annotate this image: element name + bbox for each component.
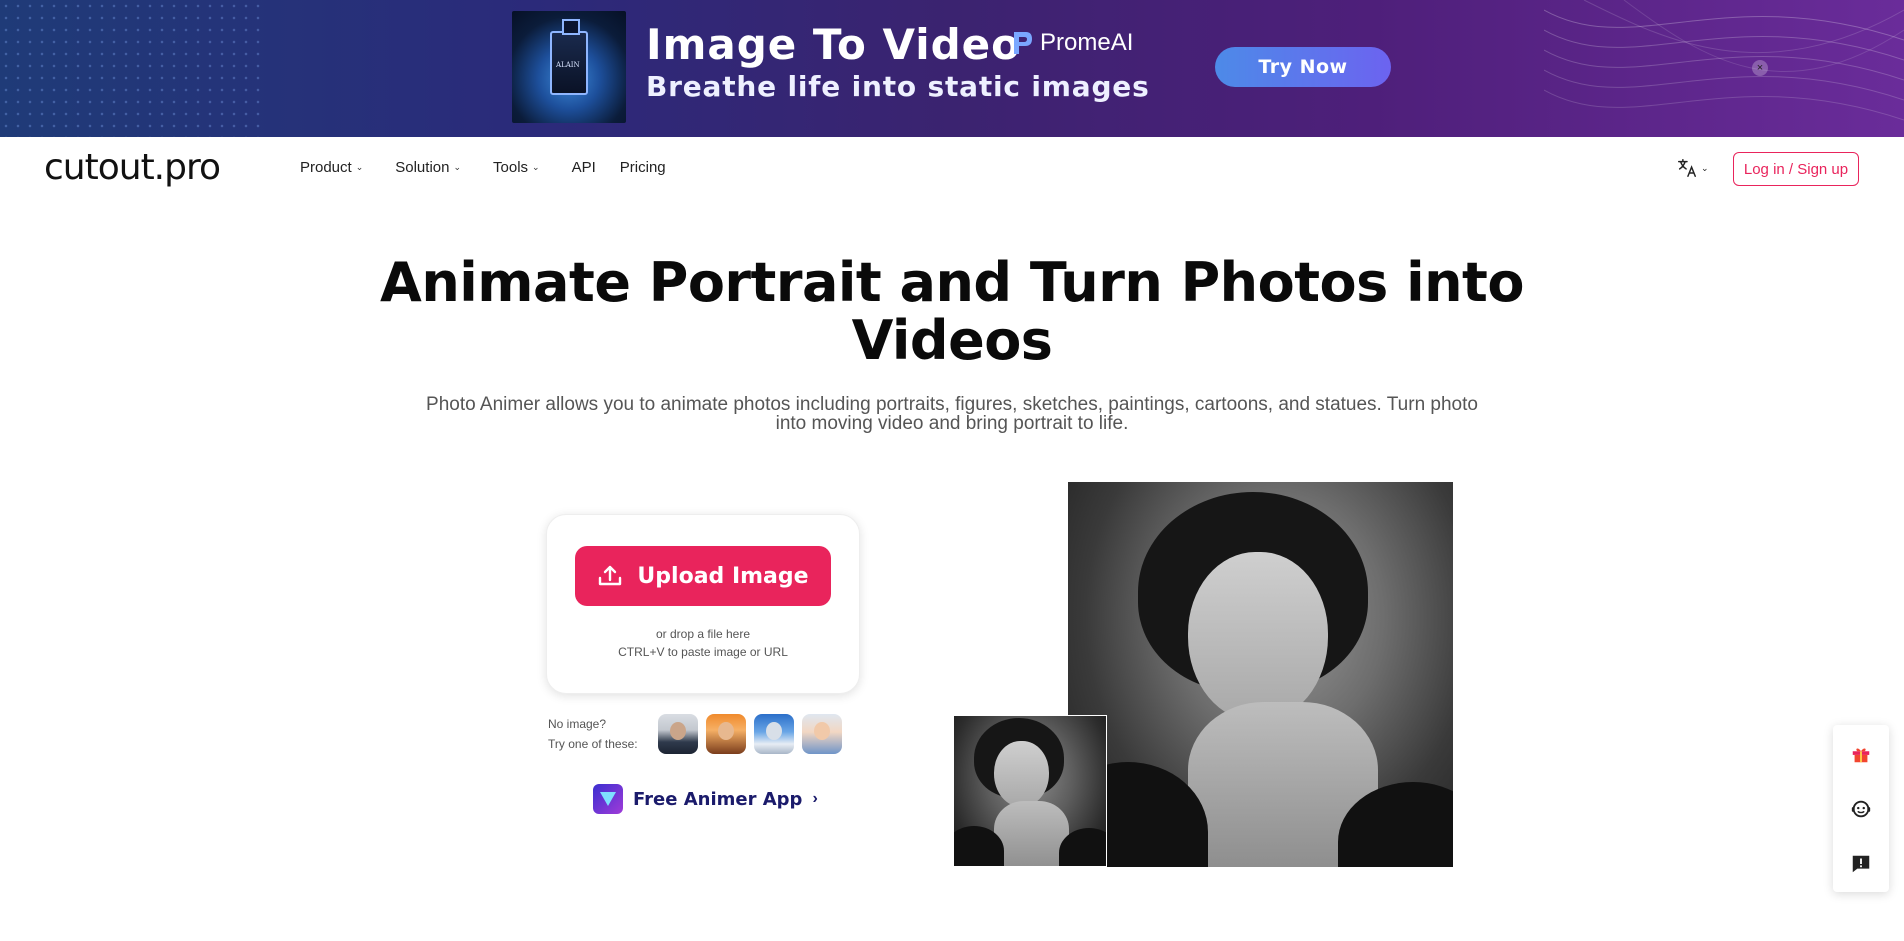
banner-wave-lines [1544, 0, 1904, 121]
banner-close-icon[interactable]: × [1752, 60, 1768, 76]
free-animer-app-link[interactable]: Free Animer App › [593, 784, 818, 814]
portrait-face [1188, 552, 1328, 722]
promo-banner[interactable]: ALAIN Image To Video Breathe life into s… [0, 0, 1904, 137]
chevron-down-icon: ⌄ [1701, 162, 1709, 173]
upload-card[interactable]: Upload Image or drop a file here CTRL+V … [546, 514, 860, 694]
bottle-label: ALAIN [556, 61, 580, 69]
upload-image-button[interactable]: Upload Image [575, 546, 831, 606]
animer-app-icon [593, 784, 623, 814]
samples-label: No image? Try one of these: [548, 714, 658, 754]
sample-images: No image? Try one of these: [548, 714, 850, 754]
drop-hint-line: CTRL+V to paste image or URL [618, 645, 788, 659]
nav-item-api[interactable]: API [572, 159, 596, 176]
top-nav: cutout.pro Product ⌄ Solution ⌄ Tools ⌄ … [0, 137, 1904, 201]
thumbnail-face [814, 722, 830, 740]
banner-product-image: ALAIN [512, 11, 626, 123]
drop-hint: or drop a file here CTRL+V to paste imag… [547, 625, 859, 661]
samples-label-line: No image? [548, 717, 607, 731]
sample-thumbnail-baby[interactable] [802, 714, 842, 754]
drop-hint-line: or drop a file here [655, 627, 751, 641]
upload-icon [599, 565, 622, 586]
feedback-icon[interactable] [1849, 852, 1873, 876]
support-agent-icon[interactable] [1849, 797, 1873, 821]
banner-brand: PromeAI [1008, 28, 1133, 58]
chevron-down-icon: ⌄ [532, 162, 540, 172]
translate-icon [1678, 159, 1696, 177]
app-link-label: Free Animer App [633, 788, 803, 810]
page-title: Animate Portrait and Turn Photos into Vi… [352, 254, 1552, 370]
page-title-line: Videos [851, 309, 1053, 372]
promeai-logo-icon [1014, 32, 1032, 54]
thumbnail-face [718, 722, 734, 740]
nav-item-label: Pricing [619, 159, 666, 176]
thumbnail-face [766, 722, 782, 740]
description-line: into moving video and bring portrait to … [775, 413, 1129, 434]
sample-thumbnail-woman[interactable] [706, 714, 746, 754]
page-description: Photo Animer allows you to animate photo… [380, 395, 1524, 433]
language-selector[interactable]: ⌄ [1676, 157, 1709, 179]
banner-brand-name: PromeAI [1040, 29, 1134, 56]
floating-side-toolbar [1833, 725, 1889, 892]
thumbnail-face [670, 722, 686, 740]
description-line: Photo Animer allows you to animate photo… [426, 394, 1478, 415]
sample-thumbnail-statue[interactable] [754, 714, 794, 754]
nav-item-label: Product [300, 159, 352, 176]
sample-thumbnail-man[interactable] [658, 714, 698, 754]
samples-label-line: Try one of these: [548, 737, 638, 751]
chevron-right-icon: › [812, 790, 818, 807]
portrait-face [994, 741, 1049, 807]
banner-subtitle: Breathe life into static images [646, 70, 1150, 103]
nav-item-label: Tools [493, 159, 529, 176]
chevron-down-icon: ⌄ [453, 162, 462, 172]
nav-item-product[interactable]: Product ⌄ [300, 159, 363, 176]
banner-title: Image To Video [646, 20, 1022, 69]
nav-links: Product ⌄ Solution ⌄ Tools ⌄ API Pricing [300, 159, 698, 176]
portrait-neck [994, 801, 1069, 866]
nav-item-label: API [571, 159, 596, 176]
login-signup-button[interactable]: Log in / Sign up [1733, 152, 1859, 186]
demo-animated-portrait [1068, 482, 1453, 867]
perfume-bottle-graphic: ALAIN [550, 19, 588, 95]
banner-dot-pattern [0, 0, 260, 137]
nav-item-solution[interactable]: Solution ⌄ [395, 159, 461, 176]
nav-item-pricing[interactable]: Pricing [620, 159, 666, 176]
upload-button-label: Upload Image [637, 563, 809, 589]
demo-original-portrait [953, 715, 1107, 867]
chevron-down-icon: ⌄ [355, 162, 364, 172]
site-logo[interactable]: cutout.pro [44, 147, 221, 188]
try-now-button[interactable]: Try Now [1215, 47, 1391, 87]
page-title-line: Animate Portrait and Turn Photos into [380, 251, 1524, 314]
nav-item-tools[interactable]: Tools ⌄ [493, 159, 540, 176]
gift-icon[interactable] [1849, 742, 1873, 766]
nav-item-label: Solution [395, 159, 450, 176]
